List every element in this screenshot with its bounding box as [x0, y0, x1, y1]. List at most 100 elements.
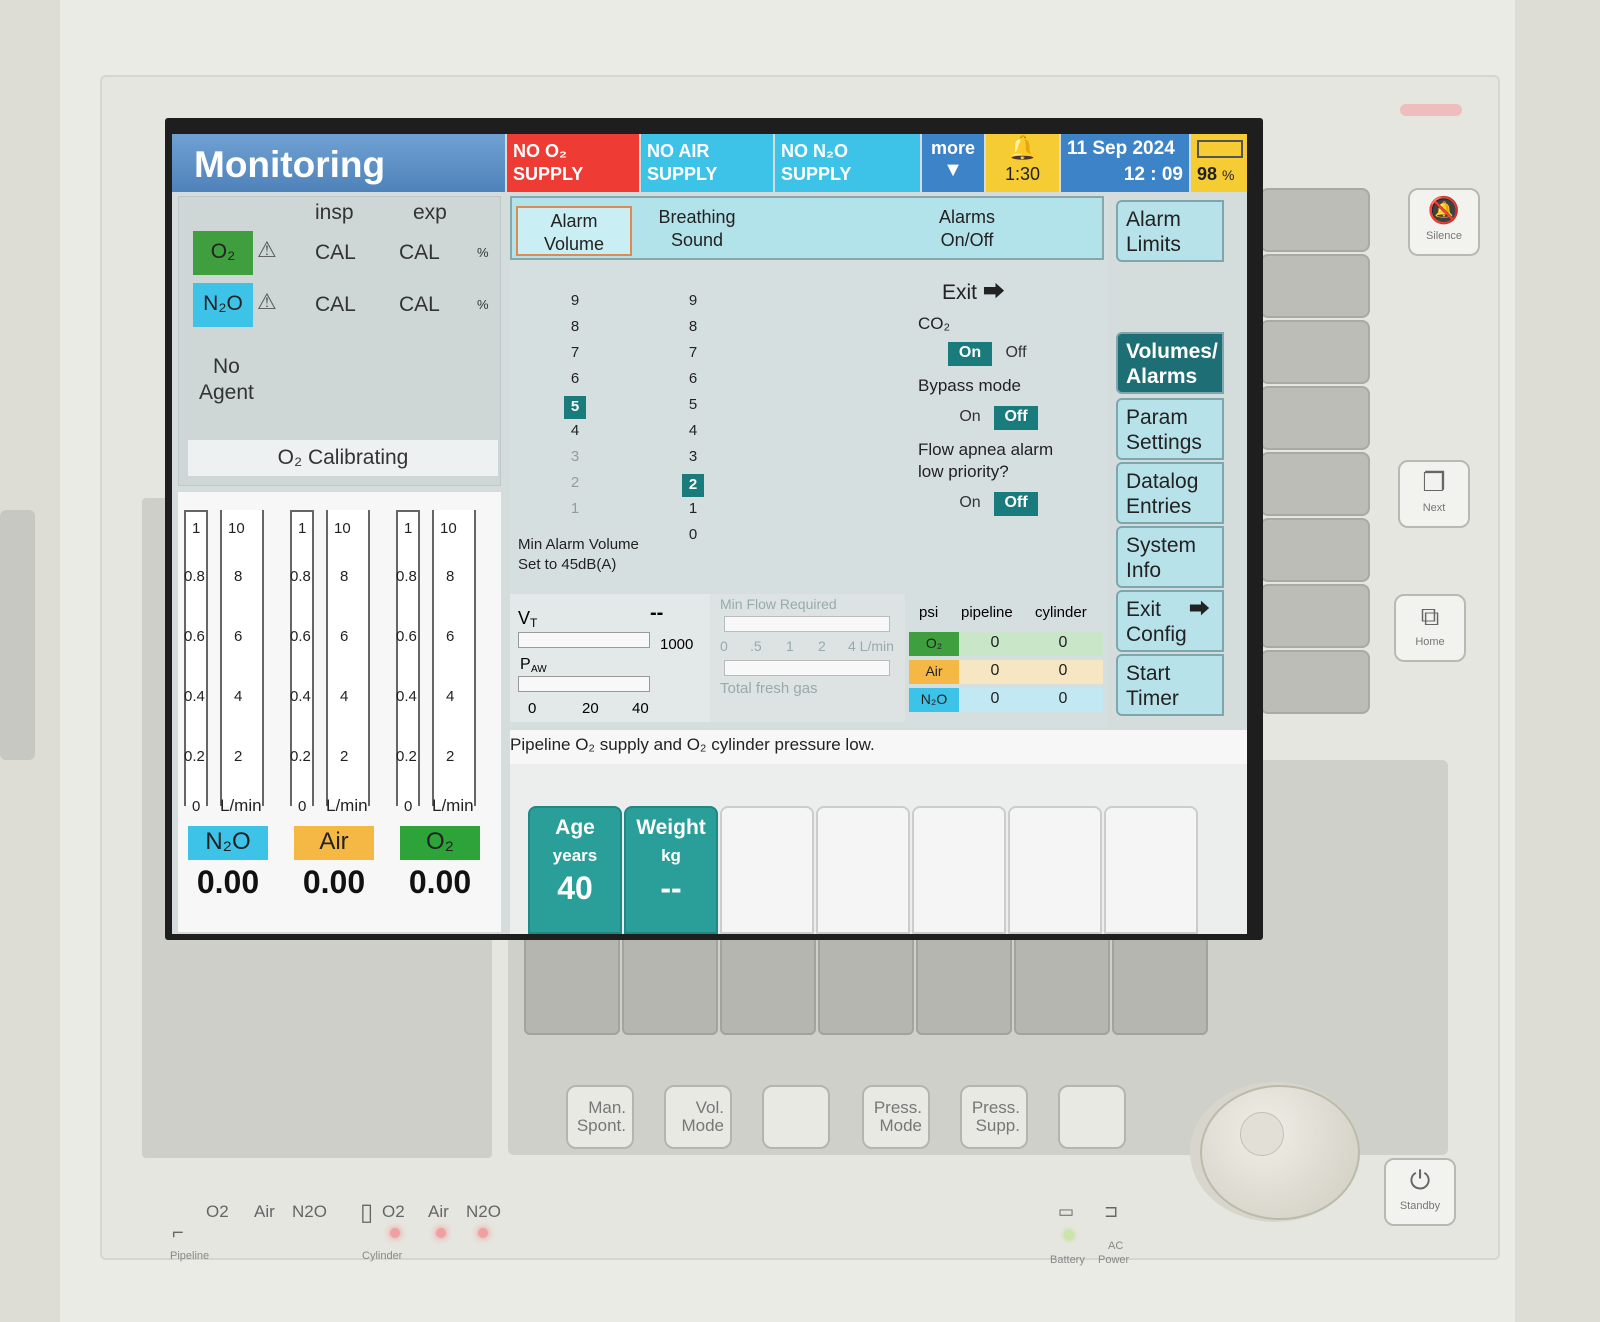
man-spont-key[interactable]: Man. Spont.	[566, 1085, 634, 1149]
scale-level[interactable]: 1	[564, 500, 586, 517]
date-time: 11 Sep 2024 12 : 09	[1061, 134, 1189, 192]
weight-softkey[interactable]: Weight kg --	[624, 806, 718, 934]
scale-level[interactable]: 0	[682, 526, 704, 543]
total-fresh-gas-bar	[724, 660, 890, 676]
scale-level[interactable]: 7	[564, 344, 586, 361]
scale-level[interactable]: 6	[682, 370, 704, 387]
volumes-alarms-button[interactable]: Volumes/Alarms	[1116, 332, 1224, 394]
scale-level[interactable]: 4	[564, 422, 586, 439]
standby-label: Standby	[1399, 1200, 1441, 1212]
flow-apnea-off-toggle[interactable]: Off	[994, 492, 1038, 516]
scale-level[interactable]: 6	[564, 370, 586, 387]
press-mode-key[interactable]: Press. Mode	[862, 1085, 930, 1149]
alarm-no-air-supply[interactable]: NO AIR SUPPLY	[641, 134, 773, 192]
bottom-hard-key-4[interactable]	[818, 935, 914, 1035]
scale-tick: 4	[340, 688, 349, 705]
alarm-line: SUPPLY	[513, 164, 584, 184]
more-alarms-button[interactable]: more ▼	[922, 134, 984, 192]
cylinder-air-label: Air	[428, 1202, 449, 1221]
exit-menu-button[interactable]: Exit ⮕	[942, 274, 1005, 306]
co2-off-toggle[interactable]: Off	[994, 342, 1038, 366]
ac-plug-icon: ⊐	[1104, 1202, 1119, 1221]
press-supp-key[interactable]: Press. Supp.	[960, 1085, 1028, 1149]
empty-softkey[interactable]	[912, 806, 1006, 934]
hard-key-6[interactable]	[1260, 518, 1370, 582]
next-button[interactable]: ❐ Next	[1398, 460, 1470, 528]
alarm-message: Pipeline O₂ supply and O₂ cylinder press…	[510, 730, 1247, 764]
bottom-hard-key-6[interactable]	[1014, 935, 1110, 1035]
blank-mode-key[interactable]	[762, 1085, 830, 1149]
scale-level[interactable]: 1	[682, 500, 704, 517]
scale-level[interactable]: 3	[564, 448, 586, 465]
silence-button[interactable]: 🔕 Silence	[1408, 188, 1480, 256]
system-info-button[interactable]: System Info	[1116, 526, 1224, 588]
scale-level[interactable]: 9	[682, 292, 704, 309]
side-label: Entries	[1126, 495, 1192, 518]
scale-level[interactable]: 2	[564, 474, 586, 491]
scale-level[interactable]: 9	[564, 292, 586, 309]
hard-key-5[interactable]	[1260, 452, 1370, 516]
scale-level[interactable]: 5	[682, 396, 704, 413]
co2-on-toggle[interactable]: On	[948, 342, 992, 366]
scale-tick: 1	[298, 520, 307, 537]
scale-level[interactable]: 4	[682, 422, 704, 439]
datalog-entries-button[interactable]: Datalog Entries	[1116, 462, 1224, 524]
empty-softkey[interactable]	[816, 806, 910, 934]
bypass-on-toggle[interactable]: On	[948, 406, 992, 430]
alarm-limits-button[interactable]: Alarm Limits	[1116, 200, 1224, 262]
battery-status: 98 %	[1191, 134, 1247, 192]
standby-button[interactable]: ⏻ Standby	[1384, 1158, 1456, 1226]
side-label: Datalog	[1126, 470, 1199, 493]
bypass-off-toggle[interactable]: Off	[994, 406, 1038, 430]
rotary-knob[interactable]	[1200, 1085, 1360, 1220]
param-settings-button[interactable]: Param Settings	[1116, 398, 1224, 460]
vt-subscript: T	[530, 616, 538, 630]
hard-key-7[interactable]	[1260, 584, 1370, 648]
exit-config-button[interactable]: Exit ⮕ Config	[1116, 590, 1224, 652]
blank-mode-key-2[interactable]	[1058, 1085, 1126, 1149]
hard-key-8[interactable]	[1260, 650, 1370, 714]
flow-unit: L/min	[220, 796, 262, 815]
age-softkey[interactable]: Age years 40	[528, 806, 622, 934]
scale-level[interactable]: 8	[564, 318, 586, 335]
alarm-no-n2o-supply[interactable]: NO N₂O SUPPLY	[775, 134, 920, 192]
n2o-supply-chip: N₂O	[909, 688, 959, 712]
n2o-flowmeter: 1 0.8 0.6 0.4 0.2 0 10 8 6 4 2 L/min N₂O…	[178, 492, 278, 932]
flow-apnea-on-toggle[interactable]: On	[948, 492, 992, 516]
scale-level[interactable]: 2	[682, 474, 704, 497]
bottom-hard-key-3[interactable]	[720, 935, 816, 1035]
vol-mode-key[interactable]: Vol. Mode	[664, 1085, 732, 1149]
bottom-hard-key-1[interactable]	[524, 935, 620, 1035]
hard-key-1[interactable]	[1260, 188, 1370, 252]
bottom-hard-key-2[interactable]	[622, 935, 718, 1035]
tab-alarms-onoff[interactable]: Alarms On/Off	[912, 206, 1022, 252]
side-label: Start	[1126, 662, 1171, 685]
hard-key-3[interactable]	[1260, 320, 1370, 384]
scale-level[interactable]: 7	[682, 344, 704, 361]
scale-level[interactable]: 5	[564, 396, 586, 419]
min-flow-tick: 4 L/min	[848, 638, 894, 654]
empty-softkey[interactable]	[1008, 806, 1102, 934]
n2o-pipeline-value: 0	[990, 690, 1000, 707]
scale-tick: 2	[446, 748, 455, 765]
hard-key-4[interactable]	[1260, 386, 1370, 450]
o2-gas-chip: O₂	[193, 231, 253, 275]
empty-softkey[interactable]	[1104, 806, 1198, 934]
tab-alarm-volume[interactable]: Alarm Volume	[516, 206, 632, 256]
side-label: Volumes/	[1126, 340, 1218, 363]
scale-level[interactable]: 3	[682, 448, 704, 465]
agent-label: Agent	[199, 381, 254, 404]
alarm-no-o2-supply[interactable]: NO O₂ SUPPLY	[507, 134, 639, 192]
hard-key-2[interactable]	[1260, 254, 1370, 318]
start-timer-button[interactable]: Start Timer	[1116, 654, 1224, 716]
empty-softkey[interactable]	[720, 806, 814, 934]
scale-tick: 0	[298, 798, 307, 815]
tab-breathing-sound[interactable]: Breathing Sound	[642, 206, 752, 252]
n2o-flow-value: 0.00	[196, 864, 260, 900]
home-button[interactable]: ⧉ Home	[1394, 594, 1466, 662]
scale-level[interactable]: 8	[682, 318, 704, 335]
bottom-hard-key-5[interactable]	[916, 935, 1012, 1035]
flow-unit: L/min	[432, 796, 474, 815]
bottom-hard-key-7[interactable]	[1112, 935, 1208, 1035]
cylinder-header: cylinder	[1035, 604, 1087, 621]
